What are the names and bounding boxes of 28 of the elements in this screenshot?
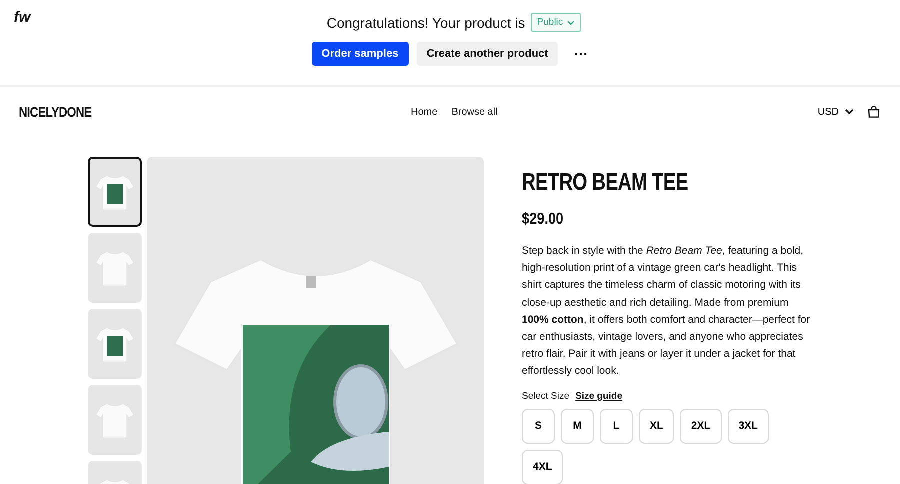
store-logo[interactable]: NICELYDONE (19, 104, 92, 120)
app-logo: fw (14, 9, 31, 26)
product-title: RETRO BEAM TEE (522, 169, 690, 197)
create-product-button[interactable]: Create another product (416, 42, 558, 66)
product-price: $29.00 (522, 211, 565, 229)
select-size-label: Select Size (522, 390, 570, 402)
product-thumbnail[interactable] (88, 385, 142, 455)
product-description: Step back in style with the Retro Beam Tee, featuring a bold, high-resolution print of a vintage green car's headlight. This shirt captures the timeless charm of classic motoring with its close-up aesthetic and rich detailing. Made from premium 100% cotton, it offers both comfort and character—perfect for car enthusiasts, vintage lovers, and anyone who appreciates retro flair. Pair it with jeans or layer it under a jacket for that effortlessly cool look. (522, 244, 812, 380)
more-button[interactable]: ··· (566, 46, 596, 62)
product-thumbnail[interactable] (88, 233, 142, 303)
size-guide-link[interactable]: Size guide (576, 390, 623, 402)
shopping-bag-icon[interactable] (868, 106, 880, 118)
size-option[interactable]: S (522, 408, 555, 444)
currency-dropdown[interactable]: USD (818, 106, 854, 118)
order-samples-button[interactable]: Order samples (312, 42, 409, 66)
chevron-down-icon (567, 20, 576, 26)
size-option[interactable]: M (561, 408, 594, 444)
product-thumbnail[interactable] (88, 157, 142, 227)
size-option[interactable]: 3XL (728, 408, 769, 444)
size-option[interactable]: XL (639, 408, 674, 444)
size-option[interactable]: 4XL (522, 450, 564, 484)
product-thumbnail[interactable] (88, 309, 142, 379)
size-option[interactable]: 2XL (680, 408, 722, 444)
size-option[interactable]: L (600, 408, 633, 444)
nav-link[interactable]: Home (411, 106, 438, 118)
congratulations-message: Congratulations! Your product is (326, 14, 526, 30)
nav-link[interactable]: Browse all (452, 106, 498, 118)
chevron-down-icon (845, 109, 854, 115)
